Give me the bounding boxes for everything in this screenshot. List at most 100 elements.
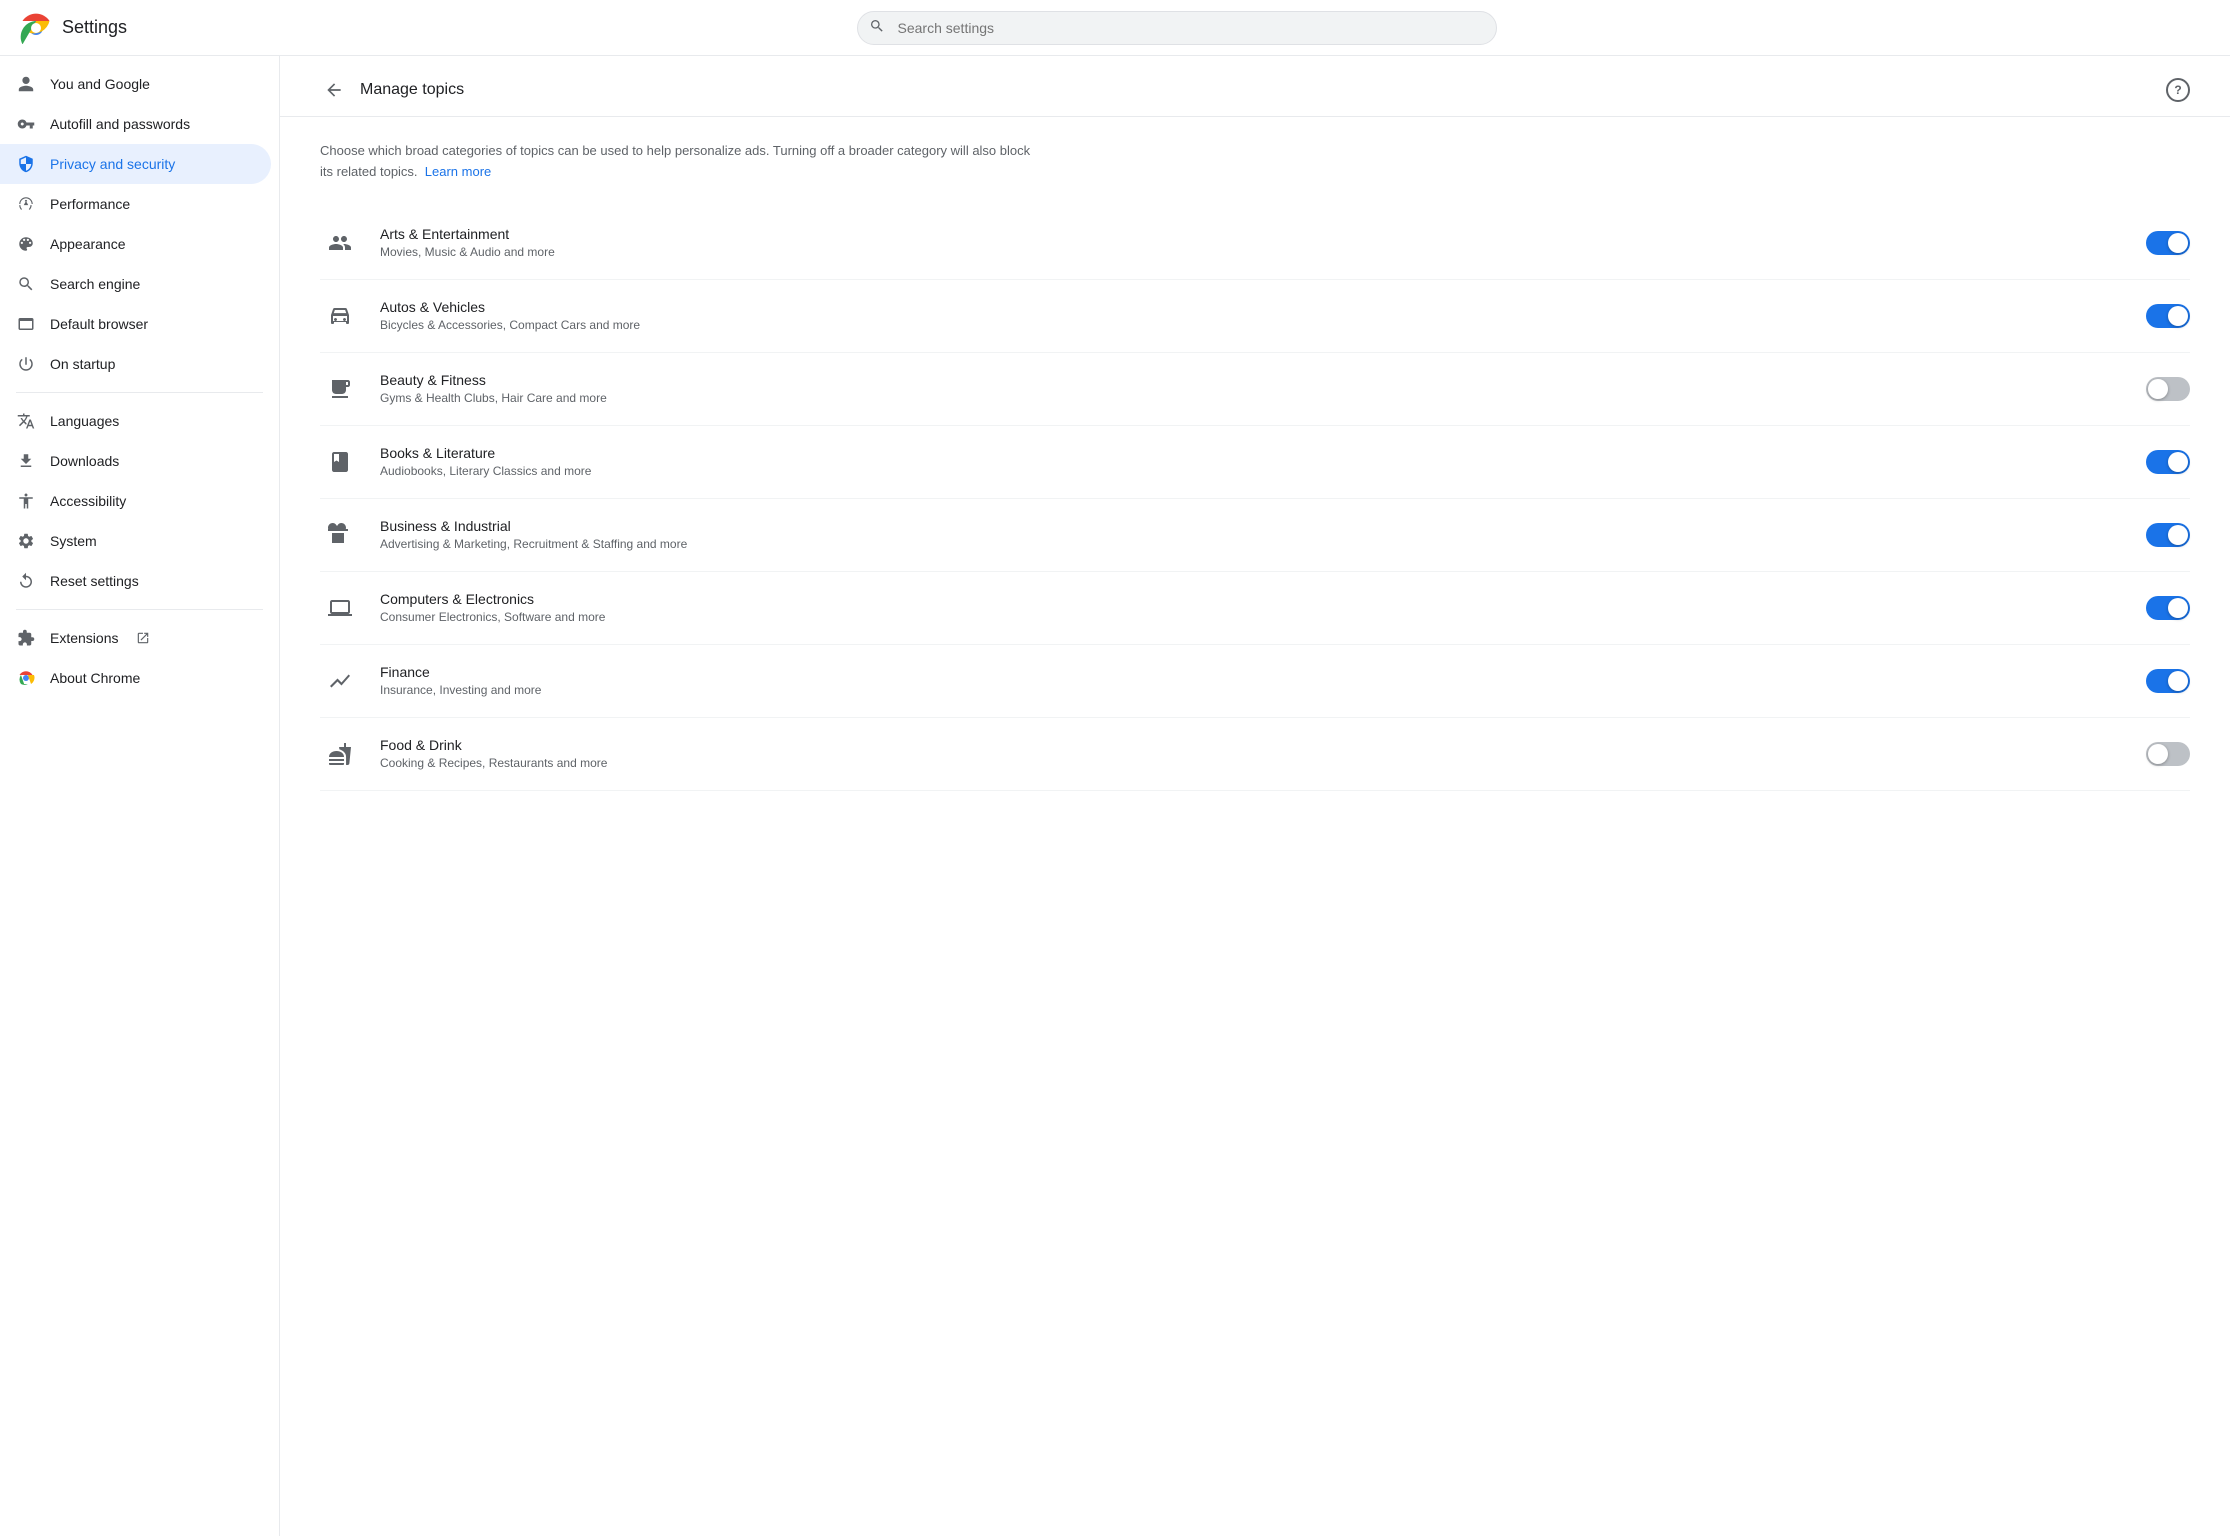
chrome-icon <box>16 668 36 688</box>
sidebar-divider-extensions <box>16 609 263 610</box>
sidebar-item-label-search-engine: Search engine <box>50 276 140 292</box>
autos-icon <box>320 296 360 336</box>
sidebar-item-downloads[interactable]: Downloads <box>0 441 271 481</box>
sidebar-item-label-languages: Languages <box>50 413 119 429</box>
sidebar-item-on-startup[interactable]: On startup <box>0 344 271 384</box>
topic-toggle-autos-vehicles[interactable] <box>2146 304 2190 328</box>
sidebar-item-label-system: System <box>50 533 97 549</box>
topic-name-beauty-fitness: Beauty & Fitness <box>380 372 2126 388</box>
topic-text-finance: Finance Insurance, Investing and more <box>380 664 2126 697</box>
business-icon <box>320 515 360 555</box>
appearance-icon <box>16 234 36 254</box>
sidebar-item-accessibility[interactable]: Accessibility <box>0 481 271 521</box>
sidebar-item-appearance[interactable]: Appearance <box>0 224 271 264</box>
topic-toggle-computers-electronics[interactable] <box>2146 596 2190 620</box>
sidebar-item-system[interactable]: System <box>0 521 271 561</box>
topic-name-computers-electronics: Computers & Electronics <box>380 591 2126 607</box>
topic-toggle-food-drink[interactable] <box>2146 742 2190 766</box>
external-link-icon <box>136 631 150 645</box>
sidebar-item-about-chrome[interactable]: About Chrome <box>0 658 271 698</box>
sidebar-item-languages[interactable]: Languages <box>0 401 271 441</box>
topic-name-books-literature: Books & Literature <box>380 445 2126 461</box>
topic-toggle-beauty-fitness[interactable] <box>2146 377 2190 401</box>
search-icon <box>869 18 885 37</box>
topic-toggle-business-industrial[interactable] <box>2146 523 2190 547</box>
sidebar-item-label-about-chrome: About Chrome <box>50 670 140 686</box>
sidebar-item-label-reset-settings: Reset settings <box>50 573 139 589</box>
topic-desc-food-drink: Cooking & Recipes, Restaurants and more <box>380 756 2126 770</box>
topic-desc-arts-entertainment: Movies, Music & Audio and more <box>380 245 2126 259</box>
topic-desc-computers-electronics: Consumer Electronics, Software and more <box>380 610 2126 624</box>
topic-name-finance: Finance <box>380 664 2126 680</box>
topic-toggle-books-literature[interactable] <box>2146 450 2190 474</box>
topic-name-autos-vehicles: Autos & Vehicles <box>380 299 2126 315</box>
sidebar-item-label-accessibility: Accessibility <box>50 493 126 509</box>
sidebar-item-label-downloads: Downloads <box>50 453 119 469</box>
performance-icon <box>16 194 36 214</box>
content-header-left: Manage topics <box>320 76 464 104</box>
topic-text-business-industrial: Business & Industrial Advertising & Marke… <box>380 518 2126 551</box>
sidebar-item-label-autofill-passwords: Autofill and passwords <box>50 116 190 132</box>
sidebar-item-default-browser[interactable]: Default browser <box>0 304 271 344</box>
content-header: Manage topics ? <box>280 56 2230 117</box>
finance-icon <box>320 661 360 701</box>
shield-icon <box>16 154 36 174</box>
back-button[interactable] <box>320 76 348 104</box>
main-layout: You and Google Autofill and passwords Priv… <box>0 56 2230 1536</box>
content-area: Manage topics ? Choose which broad categ… <box>280 56 2230 1536</box>
food-icon <box>320 734 360 774</box>
sidebar-item-label-you-and-google: You and Google <box>50 76 150 92</box>
books-icon <box>320 442 360 482</box>
arts-icon <box>320 223 360 263</box>
topic-item-finance: Finance Insurance, Investing and more <box>320 645 2190 718</box>
help-button[interactable]: ? <box>2166 78 2190 102</box>
topic-item-food-drink: Food & Drink Cooking & Recipes, Restauran… <box>320 718 2190 791</box>
header: Settings <box>0 0 2230 56</box>
sidebar-item-label-performance: Performance <box>50 196 130 212</box>
topic-item-books-literature: Books & LiteratureAudiobooks, Literary C… <box>320 426 2190 499</box>
topic-name-arts-entertainment: Arts & Entertainment <box>380 226 2126 242</box>
sidebar-item-reset-settings[interactable]: Reset settings <box>0 561 271 601</box>
topic-item-arts-entertainment: Arts & Entertainment Movies, Music & Audi… <box>320 207 2190 280</box>
sidebar-item-label-privacy-security: Privacy and security <box>50 156 175 172</box>
sidebar-item-you-and-google[interactable]: You and Google <box>0 64 271 104</box>
sidebar-item-privacy-security[interactable]: Privacy and security <box>0 144 271 184</box>
topic-item-business-industrial: Business & Industrial Advertising & Marke… <box>320 499 2190 572</box>
browser-icon <box>16 314 36 334</box>
extensions-icon <box>16 628 36 648</box>
search-bar <box>857 11 1497 45</box>
sidebar-item-search-engine[interactable]: Search engine <box>0 264 271 304</box>
topic-desc-finance: Insurance, Investing and more <box>380 683 2126 697</box>
person-icon <box>16 74 36 94</box>
topic-desc-beauty-fitness: Gyms & Health Clubs, Hair Care and more <box>380 391 2126 405</box>
search-input[interactable] <box>857 11 1497 45</box>
topic-desc-autos-vehicles: Bicycles & Accessories, Compact Cars and… <box>380 318 2126 332</box>
topic-text-beauty-fitness: Beauty & Fitness Gyms & Health Clubs, Hai… <box>380 372 2126 405</box>
computers-icon <box>320 588 360 628</box>
topic-item-beauty-fitness: Beauty & Fitness Gyms & Health Clubs, Hai… <box>320 353 2190 426</box>
topic-text-computers-electronics: Computers & Electronics Consumer Electron… <box>380 591 2126 624</box>
topic-text-autos-vehicles: Autos & Vehicles Bicycles & Accessories, … <box>380 299 2126 332</box>
downloads-icon <box>16 451 36 471</box>
topic-toggle-finance[interactable] <box>2146 669 2190 693</box>
topic-toggle-arts-entertainment[interactable] <box>2146 231 2190 255</box>
topic-name-food-drink: Food & Drink <box>380 737 2126 753</box>
sidebar-item-extensions[interactable]: Extensions <box>0 618 271 658</box>
sidebar-item-label-default-browser: Default browser <box>50 316 148 332</box>
description-text: Choose which broad categories of topics … <box>320 141 1040 183</box>
topic-item-autos-vehicles: Autos & Vehicles Bicycles & Accessories, … <box>320 280 2190 353</box>
logo-area: Settings <box>20 12 127 44</box>
learn-more-link[interactable]: Learn more <box>425 164 491 179</box>
sidebar: You and Google Autofill and passwords Priv… <box>0 56 280 1536</box>
reset-icon <box>16 571 36 591</box>
topics-list: Arts & Entertainment Movies, Music & Audi… <box>320 207 2190 791</box>
content-body: Choose which broad categories of topics … <box>280 117 2230 815</box>
system-icon <box>16 531 36 551</box>
topic-text-arts-entertainment: Arts & Entertainment Movies, Music & Audi… <box>380 226 2126 259</box>
sidebar-item-autofill-passwords[interactable]: Autofill and passwords <box>0 104 271 144</box>
sidebar-item-label-on-startup: On startup <box>50 356 115 372</box>
topic-text-food-drink: Food & Drink Cooking & Recipes, Restauran… <box>380 737 2126 770</box>
topic-name-business-industrial: Business & Industrial <box>380 518 2126 534</box>
topic-desc-business-industrial: Advertising & Marketing, Recruitment & S… <box>380 537 2126 551</box>
sidebar-item-performance[interactable]: Performance <box>0 184 271 224</box>
